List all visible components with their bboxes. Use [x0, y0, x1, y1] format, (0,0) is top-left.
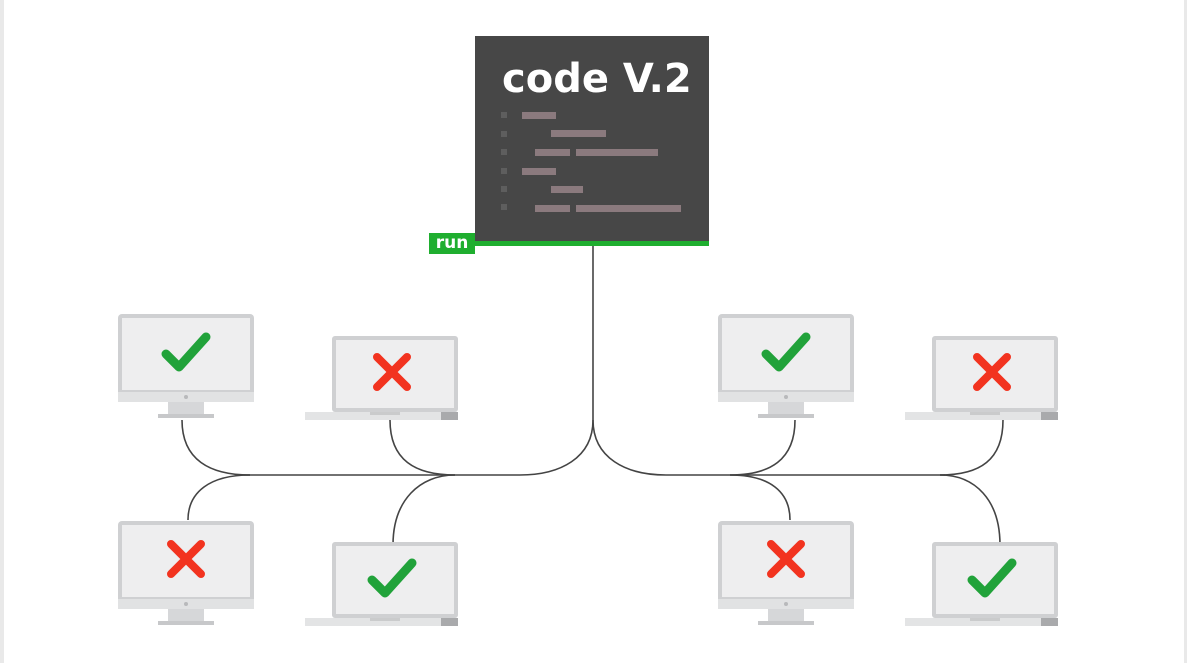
- laptop-device-8: [905, 542, 1058, 626]
- wire-to-device-8: [939, 474, 1001, 546]
- wire-to-device-6: [939, 419, 1004, 476]
- wire-to-device-3: [187, 474, 251, 521]
- laptop-device-2: [305, 336, 458, 420]
- devices: [118, 314, 1058, 626]
- monitor-device-3: [118, 521, 254, 625]
- run-label: run: [429, 233, 475, 254]
- wire-to-device-5: [729, 419, 796, 476]
- code-panel: code V.2: [475, 36, 709, 242]
- laptop-device-4: [305, 542, 458, 626]
- wires: [181, 246, 1004, 546]
- monitor-device-5: [718, 314, 854, 418]
- wire-to-device-4: [392, 474, 456, 546]
- monitor-device-7: [718, 521, 854, 625]
- run-bar: [475, 241, 709, 246]
- wire-to-device-2: [389, 419, 456, 476]
- monitor-device-1: [118, 314, 254, 418]
- wire-left-hub: [240, 419, 594, 476]
- wire-to-device-7: [729, 474, 791, 521]
- wire-to-device-1: [181, 419, 251, 476]
- code-lines: [501, 112, 681, 212]
- laptop-device-6: [905, 336, 1058, 420]
